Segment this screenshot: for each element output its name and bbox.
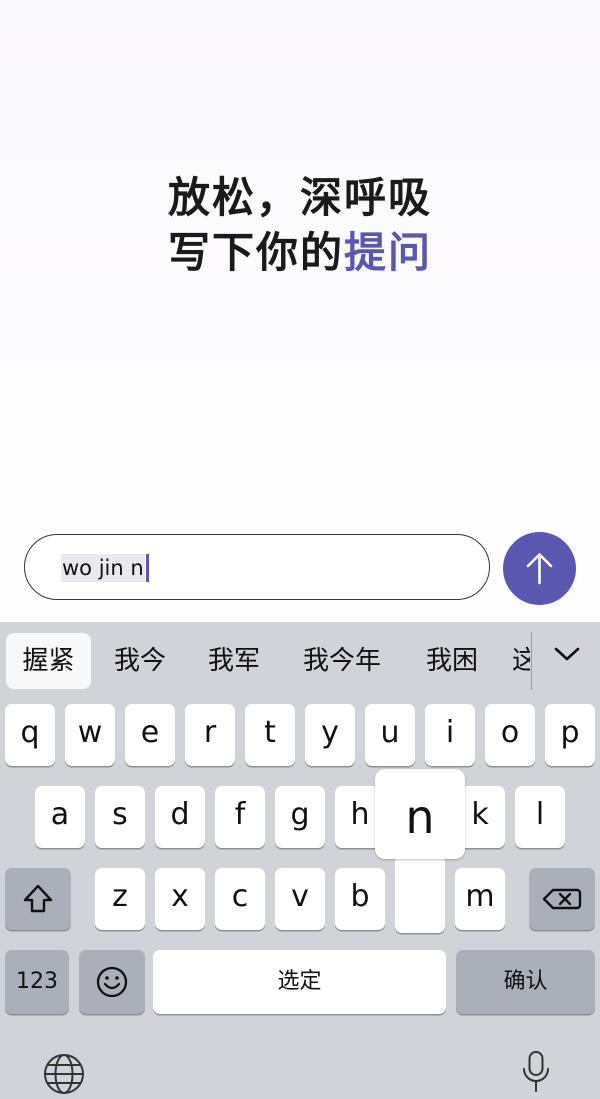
keyboard: 握紧 我今 我军 我今年 我困 这 (0, 622, 600, 1099)
key-p[interactable]: p (545, 704, 595, 766)
headline: 放松，深呼吸 写下你的提问 (0, 170, 600, 280)
shift-key[interactable] (5, 868, 71, 930)
key-o[interactable]: o (485, 704, 535, 766)
key-c[interactable]: c (215, 868, 265, 930)
candidate-3[interactable]: 我军 (198, 633, 270, 689)
headline-line-1: 放松，深呼吸 (167, 173, 432, 222)
key-a[interactable]: a (35, 786, 85, 848)
space-key[interactable]: 选定 (153, 950, 446, 1014)
key-d[interactable]: d (155, 786, 205, 848)
headline-line-2: 写下你的提问 (0, 225, 600, 280)
candidate-6[interactable]: 这 (512, 633, 530, 689)
app-screen: 放松，深呼吸 写下你的提问 wo jin n 握紧 我今 我军 我今年 我困 这 (0, 0, 600, 1099)
key-l[interactable]: l (515, 786, 565, 848)
chevron-down-icon[interactable] (554, 646, 580, 662)
key-y[interactable]: y (305, 704, 355, 766)
candidate-1[interactable]: 握紧 (6, 633, 91, 689)
emoji-key[interactable] (79, 950, 145, 1014)
candidate-5[interactable]: 我困 (416, 633, 488, 689)
key-z[interactable]: z (95, 868, 145, 930)
question-input[interactable]: wo jin n (24, 534, 490, 600)
key-u[interactable]: u (365, 704, 415, 766)
send-button[interactable] (503, 532, 576, 605)
backspace-icon (542, 888, 582, 910)
key-e[interactable]: e (125, 704, 175, 766)
question-input-row: wo jin n (0, 532, 600, 605)
candidate-2[interactable]: 我今 (104, 633, 176, 689)
shift-icon (23, 884, 53, 913)
key-g[interactable]: g (275, 786, 325, 848)
key-n-label: n (405, 790, 435, 844)
text-cursor (146, 554, 149, 582)
key-w[interactable]: w (65, 704, 115, 766)
question-input-text: wo jin n (61, 554, 145, 582)
headline-line-2-prefix: 写下你的 (167, 228, 344, 277)
key-r[interactable]: r (185, 704, 235, 766)
key-v[interactable]: v (275, 868, 325, 930)
key-n[interactable]: n (375, 769, 465, 933)
candidate-divider (531, 632, 532, 690)
microphone-icon[interactable] (521, 1050, 551, 1094)
key-f[interactable]: f (215, 786, 265, 848)
arrow-up-icon (526, 553, 553, 585)
numbers-key[interactable]: 123 (5, 950, 69, 1014)
key-i[interactable]: i (425, 704, 475, 766)
key-q[interactable]: q (5, 704, 55, 766)
key-s[interactable]: s (95, 786, 145, 848)
emoji-icon (96, 966, 128, 998)
confirm-key[interactable]: 确认 (456, 950, 595, 1014)
candidate-4[interactable]: 我今年 (292, 633, 392, 689)
backspace-key[interactable] (529, 868, 595, 930)
headline-accent: 提问 (344, 228, 433, 277)
key-n-stem (395, 849, 445, 933)
key-x[interactable]: x (155, 868, 205, 930)
globe-icon[interactable] (43, 1053, 85, 1095)
key-t[interactable]: t (245, 704, 295, 766)
candidate-bar: 握紧 我今 我军 我今年 我困 这 (0, 622, 600, 700)
